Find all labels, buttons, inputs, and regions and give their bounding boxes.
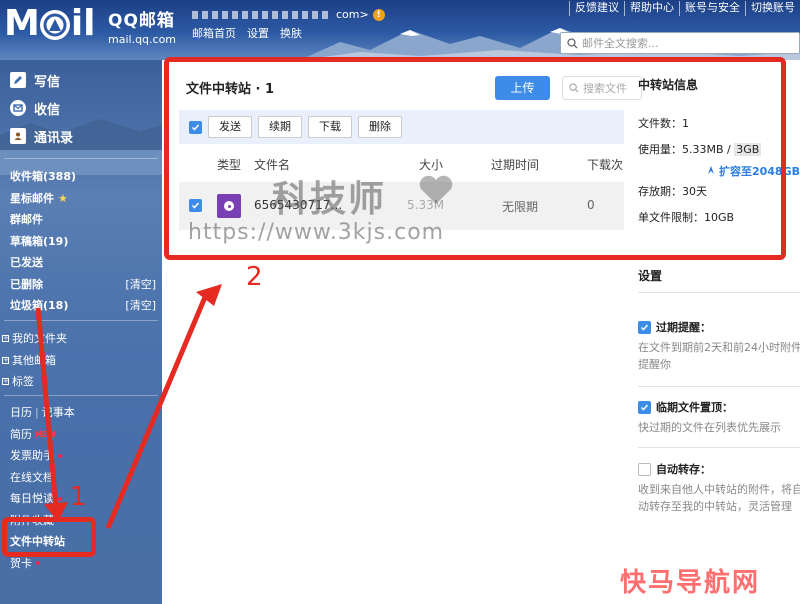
annotation-arrows — [35, 284, 222, 529]
corner-watermark: 快马导航网 — [620, 568, 761, 598]
annotation-number-2: 2 — [246, 262, 263, 292]
watermark-text: 科技师 — [272, 179, 387, 220]
watermark-heart-icon — [419, 175, 453, 204]
annotation-number-1: 1 — [70, 482, 87, 512]
watermark-url: https://www.3kjs.com — [188, 220, 445, 245]
